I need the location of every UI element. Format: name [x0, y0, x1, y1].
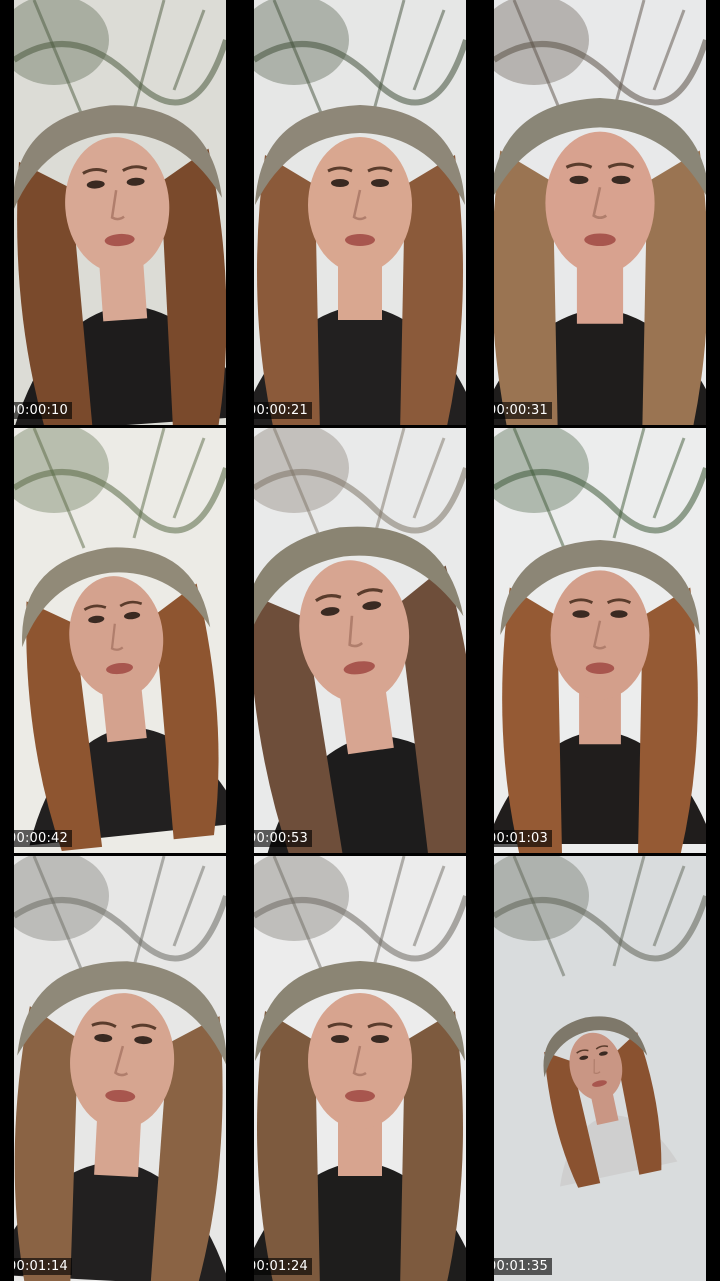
left-eye — [331, 179, 349, 187]
face — [308, 993, 412, 1129]
timestamp-label: 00:01:35 — [494, 1258, 552, 1275]
neck — [576, 266, 624, 324]
person — [494, 540, 706, 853]
frame-photo — [494, 856, 706, 1281]
neck — [338, 1121, 382, 1176]
face — [308, 137, 412, 273]
neck — [338, 265, 382, 320]
frame-photo — [14, 428, 226, 853]
right-eye — [611, 175, 631, 185]
mouth — [345, 234, 375, 246]
timestamp-label: 00:00:42 — [14, 830, 72, 847]
right-eye — [610, 610, 628, 618]
person — [14, 105, 226, 425]
timestamp-label: 00:01:03 — [494, 830, 552, 847]
left-eye — [331, 1035, 349, 1043]
person — [22, 547, 226, 852]
frame-photo — [254, 856, 466, 1281]
mouth — [584, 233, 616, 247]
timestamp-label: 00:00:10 — [14, 402, 72, 419]
right-eye — [371, 179, 389, 187]
face — [545, 131, 655, 275]
timestamp-label: 00:00:53 — [254, 830, 312, 847]
right-eye — [371, 1035, 389, 1043]
person — [254, 961, 466, 1281]
video-frame-1: 00:00:10 — [14, 0, 226, 425]
video-frame-4: 00:00:42 — [14, 428, 226, 853]
video-frame-5: 00:00:53 — [254, 428, 466, 853]
contact-sheet: 00:00:10 00:00:21 00:00:31 00:00:42 00:0… — [0, 0, 720, 1281]
face — [550, 570, 650, 700]
person — [254, 105, 466, 425]
frame-photo — [254, 0, 466, 425]
timestamp-label: 00:01:24 — [254, 1258, 312, 1275]
frame-photo — [494, 0, 706, 425]
timestamp-label: 00:00:21 — [254, 402, 312, 419]
video-frame-8: 00:01:24 — [254, 856, 466, 1281]
left-eye — [572, 610, 590, 618]
timestamp-label: 00:00:31 — [494, 402, 552, 419]
left-eye — [569, 175, 589, 185]
video-frame-7: 00:01:14 — [14, 856, 226, 1281]
frame-photo — [254, 428, 466, 853]
video-frame-3: 00:00:31 — [494, 0, 706, 425]
frame-photo — [14, 0, 226, 425]
video-frame-6: 00:01:03 — [494, 428, 706, 853]
person — [14, 961, 226, 1281]
person — [494, 98, 706, 425]
mouth — [585, 662, 615, 674]
video-frame-9: 00:01:35 — [494, 856, 706, 1281]
neck — [579, 692, 621, 745]
mouth — [345, 1090, 375, 1102]
frame-photo — [494, 428, 706, 853]
video-frame-2: 00:00:21 — [254, 0, 466, 425]
timestamp-label: 00:01:14 — [14, 1258, 72, 1275]
frame-photo — [14, 856, 226, 1281]
